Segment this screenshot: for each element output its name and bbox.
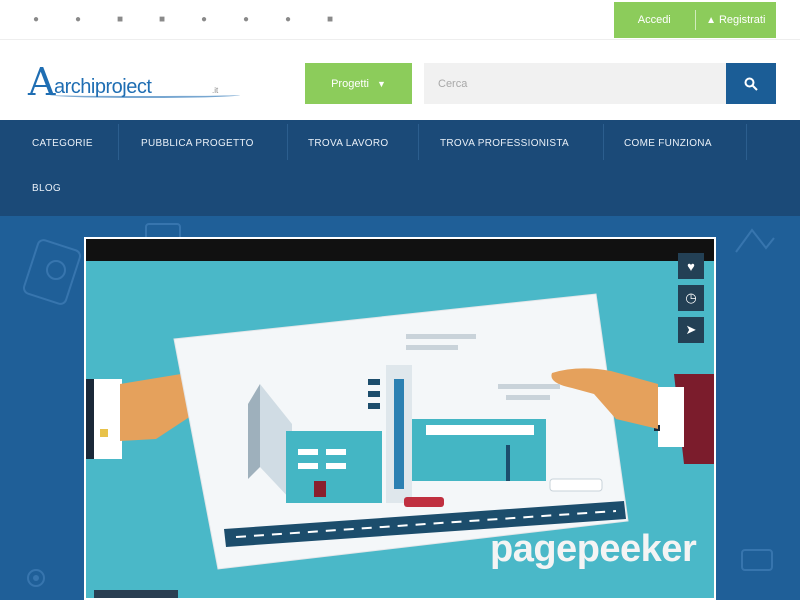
top-bar: ● ● ■ ■ ● ● ● ■ Accedi ▲ Registrati [0,0,800,40]
social-icon[interactable]: ● [28,12,44,28]
social-icon[interactable]: ■ [154,12,170,28]
register-button[interactable]: ▲ Registrati [696,2,777,38]
logo-mark: A [28,60,56,104]
caret-down-icon: ▼ [377,78,386,89]
search-button[interactable] [726,63,776,104]
nav-divider [418,124,419,160]
category-dropdown[interactable]: Progetti ▼ [305,63,412,104]
register-label: Registrati [718,14,766,26]
nav-item-blog[interactable]: Blog [32,167,61,211]
nav-item-trova-lavoro[interactable]: Trova lavoro [308,122,388,166]
auth-buttons: Accedi ▲ Registrati [614,2,776,38]
social-icon[interactable]: ■ [112,12,128,28]
video-share-button[interactable]: ➤ [678,317,704,343]
login-button[interactable]: Accedi [614,2,695,38]
video-like-button[interactable]: ♥ [678,253,704,279]
social-icon[interactable]: ● [70,12,86,28]
nav-divider [746,124,747,160]
social-links: ● ● ■ ■ ● ● ● ■ [28,12,364,28]
site-logo[interactable]: A archiproject .it [28,60,240,108]
decorative-icon [22,239,82,305]
nav-item-pubblica-progetto[interactable]: Pubblica progetto [141,122,254,166]
social-icon[interactable]: ■ [322,12,338,28]
nav-divider [603,124,604,160]
video-watch-later-button[interactable]: ◷ [678,285,704,311]
social-icon[interactable]: ● [196,12,212,28]
video-progress-bar[interactable] [94,590,178,598]
social-icon[interactable]: ● [238,12,254,28]
nav-divider [287,124,288,160]
nav-divider [118,124,119,160]
nav-item-come-funziona[interactable]: Come funziona [624,122,712,166]
pagepeeker-watermark: pagepeeker [490,528,697,570]
search-input[interactable] [424,63,726,104]
category-dropdown-label: Progetti [331,77,369,90]
clock-icon: ◷ [685,290,697,305]
logo-swoosh [50,92,240,98]
send-icon: ➤ [685,322,697,337]
decorative-icon [27,569,45,587]
search-icon [744,77,758,91]
user-plus-icon: ▲ [706,14,716,26]
nav-item-trova-professionista[interactable]: Trova professionista [440,122,569,166]
heart-icon: ♥ [687,258,695,274]
decorative-icon [735,228,775,253]
login-label: Accedi [637,14,671,26]
social-icon[interactable]: ● [280,12,296,28]
nav-item-categorie[interactable]: Categorie [32,122,93,166]
